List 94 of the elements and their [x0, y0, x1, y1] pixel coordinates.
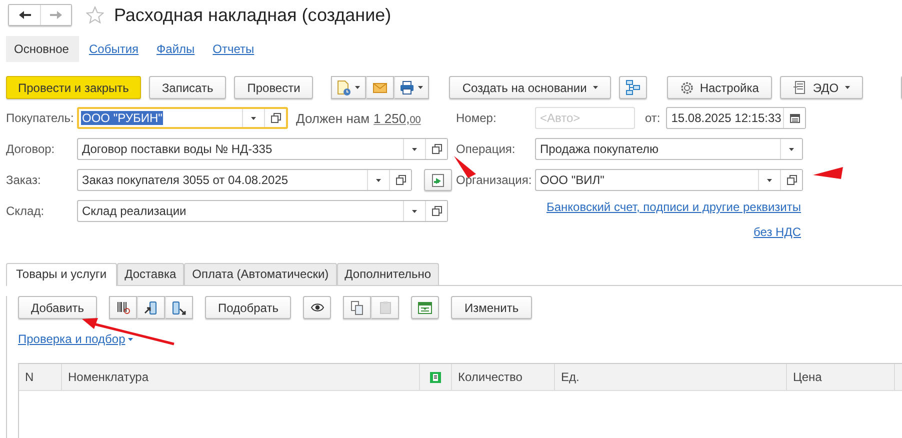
clipboard-icon: [380, 301, 391, 314]
fill-button[interactable]: [424, 169, 452, 191]
section-tab[interactable]: Основное: [6, 36, 79, 62]
scanner-icon: [172, 300, 186, 314]
open-window-icon: [396, 175, 406, 185]
print-button[interactable]: [394, 76, 430, 99]
settings-button[interactable]: Настройка: [666, 76, 772, 99]
input-field[interactable]: Склад реализации: [77, 200, 448, 222]
caret-icon: [355, 86, 360, 89]
field-label: Покупатель:: [6, 111, 75, 125]
column-header: Цена: [786, 364, 894, 390]
toolbar-button[interactable]: Подобрать: [205, 296, 292, 319]
column-header: Номенклатура: [61, 364, 419, 390]
open-button[interactable]: [425, 201, 447, 221]
calendar-icon: [790, 113, 800, 123]
toolbar-button[interactable]: Записать: [148, 76, 226, 99]
tab[interactable]: Доставка: [116, 263, 184, 285]
caret-icon: [251, 116, 256, 120]
scanner-import-button[interactable]: [137, 296, 166, 319]
column-header: Ед.: [554, 364, 786, 390]
debt-amount-link[interactable]: 1 250,00: [374, 110, 421, 126]
debt-label: Должен нам: [296, 110, 370, 126]
settings-icon: [680, 80, 694, 94]
field-label: Операция:: [456, 142, 516, 156]
open-button[interactable]: [425, 139, 447, 159]
column-header: N: [24, 369, 35, 386]
open-window-icon: [786, 175, 796, 185]
envelope-icon: [373, 82, 388, 93]
field-label: Заказ:: [6, 173, 42, 187]
input-field[interactable]: Договор поставки воды № НД-335: [77, 138, 448, 160]
document-icon: [792, 81, 807, 94]
document-clock-icon: [337, 80, 352, 96]
open-button[interactable]: [780, 170, 802, 190]
scanner-icon: [144, 300, 158, 314]
copy-button[interactable]: [343, 296, 372, 319]
calendar-button[interactable]: [783, 108, 806, 128]
mail-button[interactable]: [366, 76, 394, 99]
forward-arrow-icon: [50, 10, 62, 20]
table-settings-button[interactable]: [411, 296, 440, 319]
tab[interactable]: Оплата (Автоматически): [184, 263, 337, 285]
caret-icon: [376, 178, 381, 182]
column-header: Количество: [451, 364, 554, 390]
caret-icon: [412, 148, 417, 150]
view-button[interactable]: [303, 296, 332, 319]
edo-button[interactable]: ЭДО: [780, 76, 863, 99]
tab[interactable]: Дополнительно: [336, 263, 440, 285]
barcode-search-button[interactable]: [109, 296, 138, 319]
window-title: Расходная накладная (создание): [114, 4, 392, 26]
star-icon[interactable]: [86, 6, 104, 24]
caret-icon: [844, 86, 850, 89]
date-label: от:: [645, 111, 660, 125]
create-based-on-button[interactable]: Создать на основании: [449, 76, 611, 99]
input-field[interactable]: ООО "РУБИН": [77, 107, 288, 129]
open-button[interactable]: [389, 170, 411, 190]
eye-icon: [310, 303, 324, 312]
open-window-icon: [432, 206, 442, 216]
table-icon: [418, 302, 432, 314]
caret-icon: [412, 210, 417, 212]
field-label: Номер:: [456, 111, 498, 125]
add-button[interactable]: Добавить: [18, 296, 98, 319]
section-tab[interactable]: Файлы: [148, 36, 203, 62]
open-window-icon: [432, 144, 442, 154]
spreadsheet-icon: [430, 372, 441, 382]
field-label: Организация:: [456, 173, 533, 187]
check-link[interactable]: Проверка и подбор: [18, 332, 134, 346]
tab[interactable]: Товары и услуги: [6, 263, 117, 286]
details-link[interactable]: Банковский счет, подписи и другие реквизиты: [546, 200, 801, 216]
post-and-close-button[interactable]: Провести и закрыть: [6, 76, 141, 99]
input-field[interactable]: ООО "ВИЛ": [535, 169, 803, 191]
toolbar-button[interactable]: Изменить: [451, 296, 532, 319]
details-link[interactable]: без НДС: [754, 225, 801, 241]
field-label: Договор:: [6, 142, 56, 156]
structure-button[interactable]: [618, 76, 647, 99]
caret-icon: [128, 338, 134, 340]
back-button[interactable]: [9, 5, 40, 25]
caret-icon: [767, 178, 772, 182]
copy-icon: [351, 300, 364, 314]
toolbar-button[interactable]: Провести: [234, 76, 314, 99]
caret-icon: [418, 86, 424, 89]
hierarchy-icon: [626, 80, 640, 95]
fill-document-icon: [432, 174, 444, 186]
section-tab[interactable]: События: [80, 36, 147, 62]
caret-icon: [592, 86, 598, 89]
input-field[interactable]: Заказ покупателя 3055 от 04.08.2025: [77, 169, 412, 191]
open-window-icon: [270, 113, 280, 123]
field-label: Склад:: [6, 204, 46, 218]
section-tab[interactable]: Отчеты: [204, 36, 262, 62]
report-menu-button[interactable]: [331, 76, 366, 99]
input-field[interactable]: Продажа покупателю: [535, 138, 803, 160]
scanner-export-button[interactable]: [165, 296, 194, 319]
back-arrow-icon: [18, 10, 30, 20]
printer-icon: [400, 80, 414, 94]
barcode-icon: [116, 301, 130, 314]
caret-icon: [789, 148, 794, 150]
